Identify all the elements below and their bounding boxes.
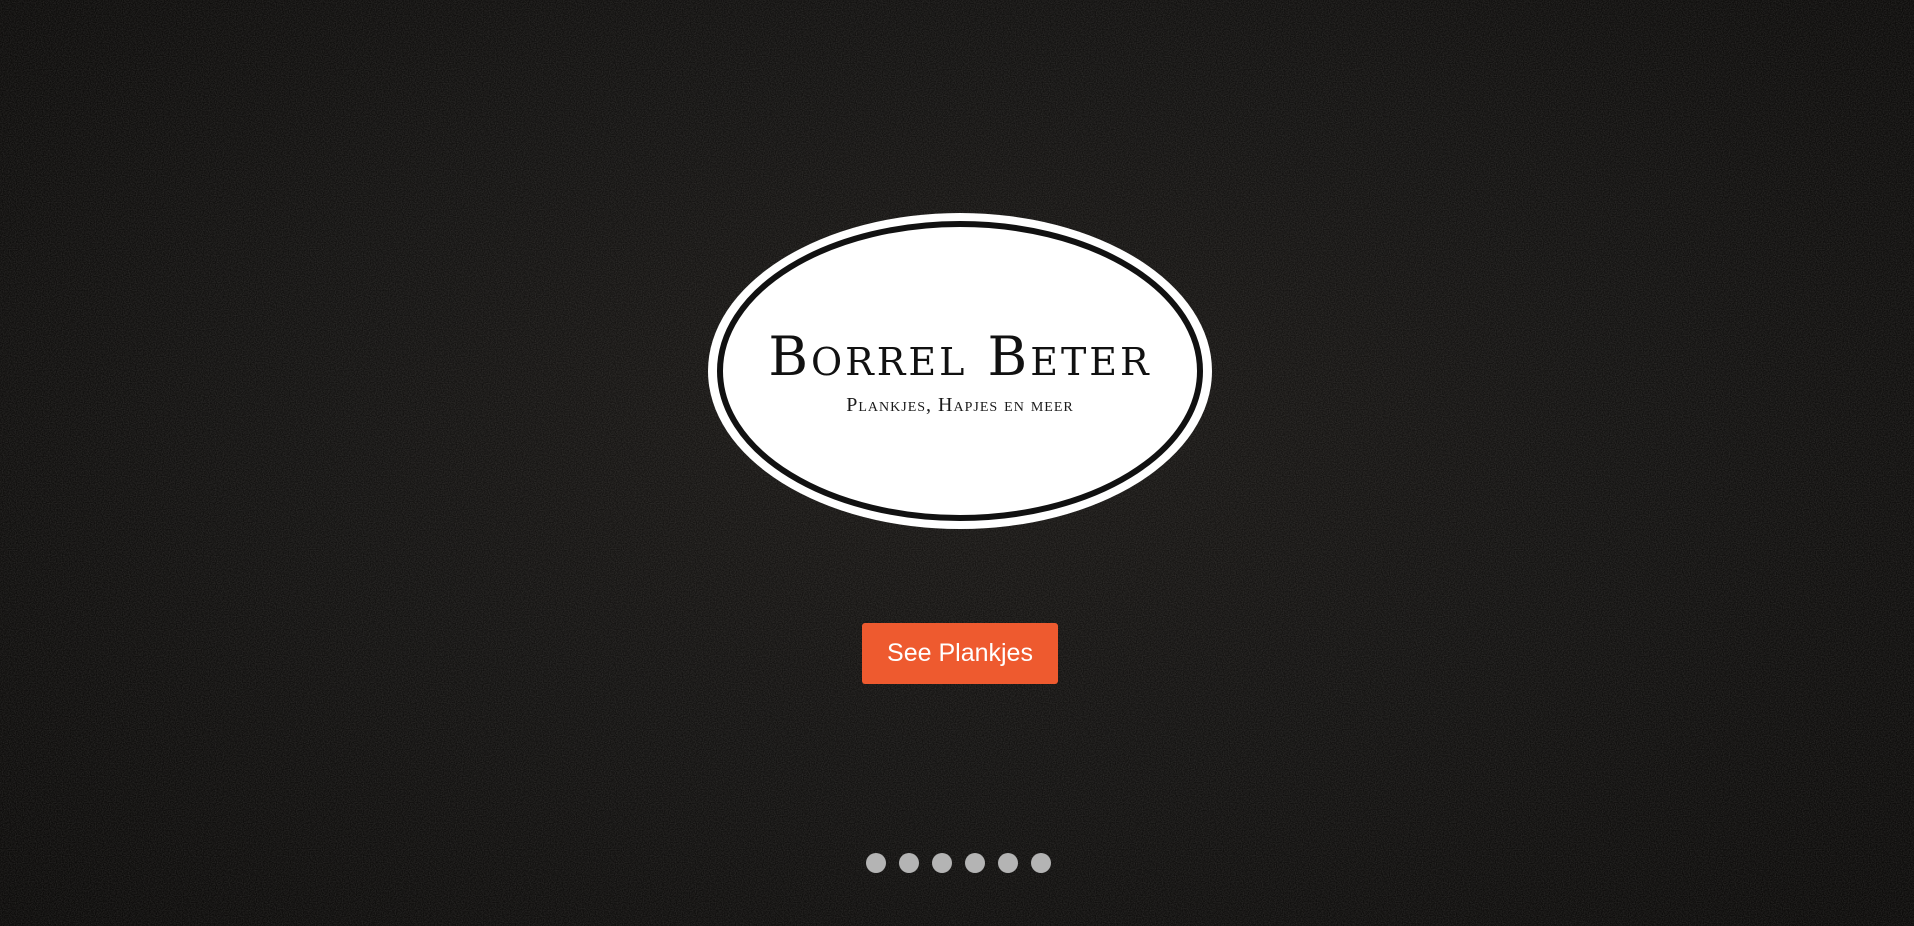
slide-dot-3[interactable] (932, 853, 952, 873)
slider-pagination (866, 853, 1051, 873)
logo-title: Borrel Beter (768, 324, 1152, 388)
slide-dot-2[interactable] (899, 853, 919, 873)
hero-slider: Borrel Beter Plankjes, Hapjes en meer Se… (0, 0, 1914, 926)
slide-dot-4[interactable] (965, 853, 985, 873)
brand-logo: Borrel Beter Plankjes, Hapjes en meer (708, 213, 1212, 529)
slide-dot-6[interactable] (1031, 853, 1051, 873)
slide-dot-5[interactable] (998, 853, 1018, 873)
see-plankjes-button[interactable]: See Plankjes (862, 623, 1058, 684)
slide-dot-1[interactable] (866, 853, 886, 873)
logo-subtitle: Plankjes, Hapjes en meer (846, 393, 1074, 416)
